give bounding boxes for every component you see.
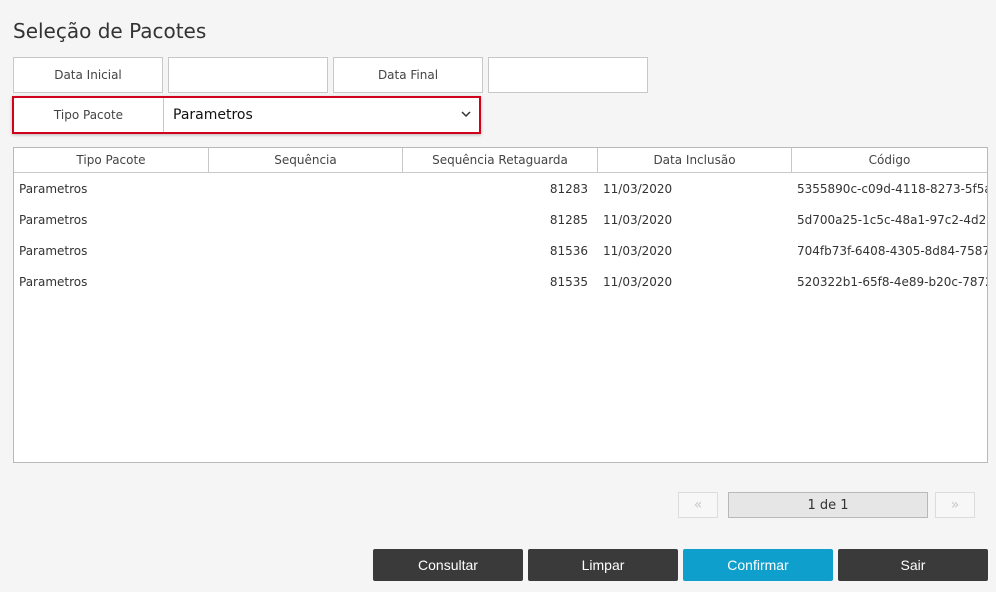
sair-button[interactable]: Sair [838,549,988,581]
cell-data-inclusao: 11/03/2020 [603,243,673,258]
consultar-button[interactable]: Consultar [373,549,523,581]
pager-info: 1 de 1 [728,492,928,518]
tipo-pacote-label: Tipo Pacote [14,98,164,132]
pager-prev-button[interactable]: « [678,492,718,518]
data-final-label: Data Final [333,57,483,93]
column-header-tipo-pacote[interactable]: Tipo Pacote [14,148,209,172]
cell-codigo: 704fb73f-6408-4305-8d84-758751f9 [797,243,987,258]
cell-seq-retaguarda: 81285 [549,212,588,227]
cell-codigo: 520322b1-65f8-4e89-b20c-7872c38 [797,274,987,289]
column-header-data-inclusao[interactable]: Data Inclusão [598,148,792,172]
cell-tipo: Parametros [19,181,88,196]
table-row[interactable]: Parametros 81536 11/03/2020 704fb73f-640… [14,235,987,266]
chevron-down-icon[interactable] [459,107,473,121]
pacotes-grid: Tipo Pacote Sequência Sequência Retaguar… [13,147,988,463]
cell-seq-retaguarda: 81535 [549,274,588,289]
page-title: Seleção de Pacotes [13,19,207,43]
data-final-field[interactable] [488,57,648,93]
cell-codigo: 5355890c-c09d-4118-8273-5f5a471 [797,181,987,196]
cell-data-inclusao: 11/03/2020 [603,212,673,227]
grid-header: Tipo Pacote Sequência Sequência Retaguar… [14,148,987,173]
cell-data-inclusao: 11/03/2020 [603,274,673,289]
double-chevron-left-icon: « [693,497,703,513]
cell-tipo: Parametros [19,274,88,289]
cell-codigo: 5d700a25-1c5c-48a1-97c2-4d2cb1c [797,212,987,227]
column-header-codigo[interactable]: Código [792,148,987,172]
pager-next-button[interactable]: » [935,492,975,518]
cell-data-inclusao: 11/03/2020 [603,181,673,196]
table-row[interactable]: Parametros 81285 11/03/2020 5d700a25-1c5… [14,204,987,235]
data-inicial-field[interactable] [168,57,328,93]
confirmar-button[interactable]: Confirmar [683,549,833,581]
cell-seq-retaguarda: 81283 [549,181,588,196]
table-row[interactable]: Parametros 81535 11/03/2020 520322b1-65f… [14,266,987,297]
column-header-sequencia-retaguarda[interactable]: Sequência Retaguarda [403,148,598,172]
table-row[interactable]: Parametros 81283 11/03/2020 5355890c-c09… [14,173,987,204]
cell-tipo: Parametros [19,243,88,258]
data-inicial-label: Data Inicial [13,57,163,93]
cell-seq-retaguarda: 81536 [549,243,588,258]
tipo-pacote-select[interactable]: Parametros [164,98,479,132]
cell-tipo: Parametros [19,212,88,227]
limpar-button[interactable]: Limpar [528,549,678,581]
column-header-sequencia[interactable]: Sequência [209,148,403,172]
tipo-pacote-selected-value: Parametros [173,107,253,123]
double-chevron-right-icon: » [950,497,960,513]
